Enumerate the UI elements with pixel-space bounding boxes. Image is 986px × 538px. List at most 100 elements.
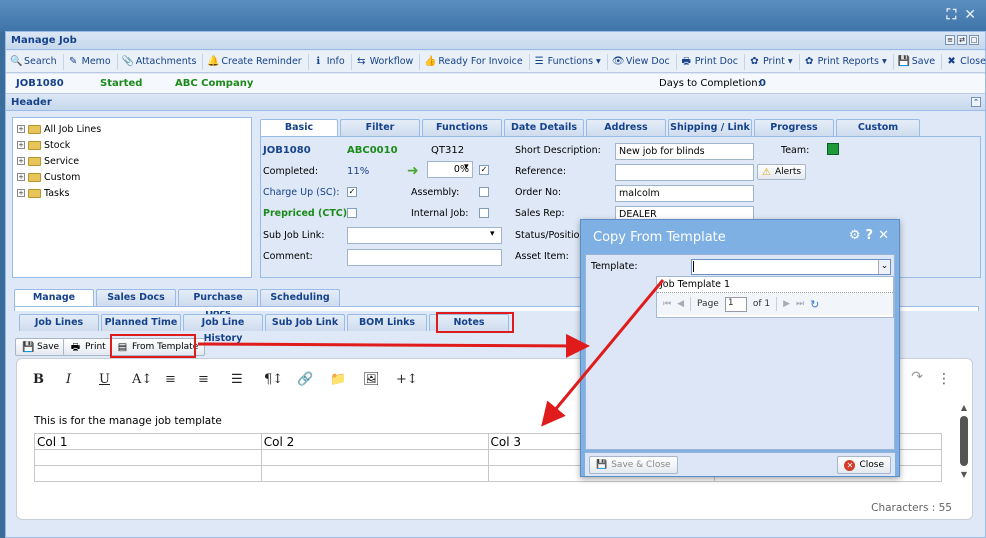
editor-tool-button[interactable]: +↕ [396,372,429,387]
tab-purchase-docs[interactable]: Purchase Docs [178,289,258,319]
text-cursor [693,261,694,272]
fullscreen-icon[interactable]: ⛶ [946,7,956,23]
short-description-field[interactable]: New job for blinds [615,143,754,160]
editor-tool-button[interactable]: B [33,372,66,387]
toolbar-button-info[interactable]: ℹ Info [313,53,352,70]
toolbar-button-search[interactable]: 🔍 Search [10,53,64,70]
next-page-icon[interactable]: ▶ [783,299,790,309]
job-summary-row: JOB1080 Started ABC Company Days to Comp… [6,74,985,94]
editor-tool-button[interactable]: 🖼 [363,372,396,387]
arrow-right-icon[interactable]: ➜ [407,163,419,179]
toolbar-button-close[interactable]: ✖ Close [946,54,986,70]
sub-job-link-select[interactable] [347,227,502,244]
reference-field[interactable] [615,164,754,181]
toolbar-button-reports[interactable]: ✿ Print Reports ▾ [804,53,894,70]
prev-page-icon[interactable]: ◀ [677,299,684,309]
editor-tool-button[interactable]: 🔗 [297,372,330,387]
last-page-icon[interactable]: ⏭ [796,299,804,309]
gear-icon[interactable]: ⚙ [849,228,861,243]
maximize-icon[interactable]: □ [969,35,979,45]
alerts-button[interactable]: ⚠ Alerts [757,164,807,180]
editor-tool-button[interactable]: 📁 [330,372,363,387]
notes-print-button[interactable]: 🖶 Print [63,338,113,356]
tab-scheduling[interactable]: Scheduling [260,289,340,306]
tree-item[interactable]: + All Job Lines [17,121,247,137]
expand-icon[interactable]: + [17,125,25,133]
folder-icon [28,188,41,198]
notes-save-button[interactable]: 💾 Save [15,338,67,356]
toolbar-button-print[interactable]: ✿ Print ▾ [749,53,800,70]
refresh-icon[interactable]: ⇄ [957,35,967,45]
list-icon[interactable]: ≡ [945,35,955,45]
tab-address[interactable]: Address [586,119,666,136]
save-close-button[interactable]: 💾 Save & Close [589,456,678,474]
tab-sub-job-link[interactable]: Sub Job Link [265,314,345,331]
page-input[interactable]: 1 [724,296,747,312]
more-options-icon[interactable]: ⋮ [937,371,951,387]
collapse-icon[interactable]: ⌃ [971,97,981,107]
close-icon[interactable]: ✕ [964,7,976,23]
tab-bom-links[interactable]: BOM Links [347,314,427,331]
toolbar-button-save[interactable]: 💾 Save [898,53,943,70]
expand-icon[interactable]: + [17,141,25,149]
tab-shipping-link[interactable]: Shipping / Link [668,119,752,136]
completed-checkbox[interactable]: ✓ [479,165,489,175]
tab-manage[interactable]: Manage [14,289,94,306]
first-page-icon[interactable]: ⏮ [663,299,671,309]
editor-tool-button[interactable]: ¶↕ [264,372,297,387]
help-icon[interactable]: ? [866,228,874,243]
tab-functions[interactable]: Functions [422,119,502,136]
editor-tool-button[interactable]: ≡ [198,372,231,387]
toolbar-button-view[interactable]: 👁 View Doc [612,53,677,70]
dropdown-option[interactable]: Job Template 1 [657,277,893,293]
editor-tool-button[interactable]: U [99,372,132,387]
editor-tool-button[interactable]: I [66,372,99,387]
tree-item[interactable]: + Tasks [17,185,247,201]
tree-item[interactable]: + Service [17,153,247,169]
spinner-icon[interactable]: ▾ [464,162,469,172]
chevron-down-icon[interactable]: ⌄ [878,260,890,274]
scroll-thumb[interactable] [960,416,968,466]
close-icon[interactable]: ✕ [878,228,889,243]
expand-icon[interactable]: + [17,189,25,197]
table-cell[interactable]: Col 2 [260,433,489,450]
editor-scrollbar[interactable]: ▲ ▼ [959,403,969,487]
toolbar-button-attachment[interactable]: 📎 Attachments [122,53,204,70]
editor-tool-button[interactable]: A↕ [132,372,165,387]
toolbar-button-bell[interactable]: 🔔 Create Reminder [207,53,309,70]
toolbar-button-functions[interactable]: ☰ Functions ▾ [534,53,608,70]
tab-job-lines[interactable]: Job Lines [19,314,99,331]
tab-basic[interactable]: Basic [260,119,338,136]
tab-progress[interactable]: Progress [754,119,834,136]
table-cell[interactable]: Col 1 [34,433,262,450]
toolbar-button-print-doc[interactable]: 🖶 Print Doc [681,53,745,70]
tab-date-details[interactable]: Date Details [504,119,584,136]
internal-job-checkbox[interactable] [479,208,489,218]
order-no-field[interactable]: malcolm [615,185,754,202]
editor-tool-button[interactable]: ≡ [165,372,198,387]
dialog-close-button[interactable]: ✕ Close [837,456,891,474]
tab-filter[interactable]: Filter [340,119,420,136]
charge-up-checkbox[interactable]: ✓ [347,187,357,197]
chevron-down-icon[interactable]: ▾ [490,229,495,239]
toolbar-button-workflow[interactable]: ⇆ Workflow [356,53,421,70]
expand-icon[interactable]: + [17,173,25,181]
tab-custom[interactable]: Custom [836,119,920,136]
tree-item[interactable]: + Custom [17,169,247,185]
redo-icon[interactable]: ↷ [911,369,923,385]
tab-sales-docs[interactable]: Sales Docs [96,289,176,306]
tree-item[interactable]: + Stock [17,137,247,153]
refresh-icon[interactable]: ↻ [810,298,819,311]
comment-field[interactable] [347,249,502,266]
expand-icon[interactable]: + [17,157,25,165]
team-color-swatch[interactable] [827,143,839,155]
toolbar-button-memo[interactable]: ✎ Memo [68,53,118,70]
tab-job-line-history[interactable]: Job Line History [183,314,263,344]
assembly-checkbox[interactable] [479,187,489,197]
basic-job-number: JOB1080 [263,145,311,156]
template-select[interactable] [691,259,891,275]
prepriced-checkbox[interactable] [347,208,357,218]
tab-planned-time[interactable]: Planned Time [101,314,181,331]
editor-tool-button[interactable]: ☰ [231,372,264,387]
toolbar-button-thumbs-up[interactable]: 👍 Ready For Invoice [424,53,530,70]
